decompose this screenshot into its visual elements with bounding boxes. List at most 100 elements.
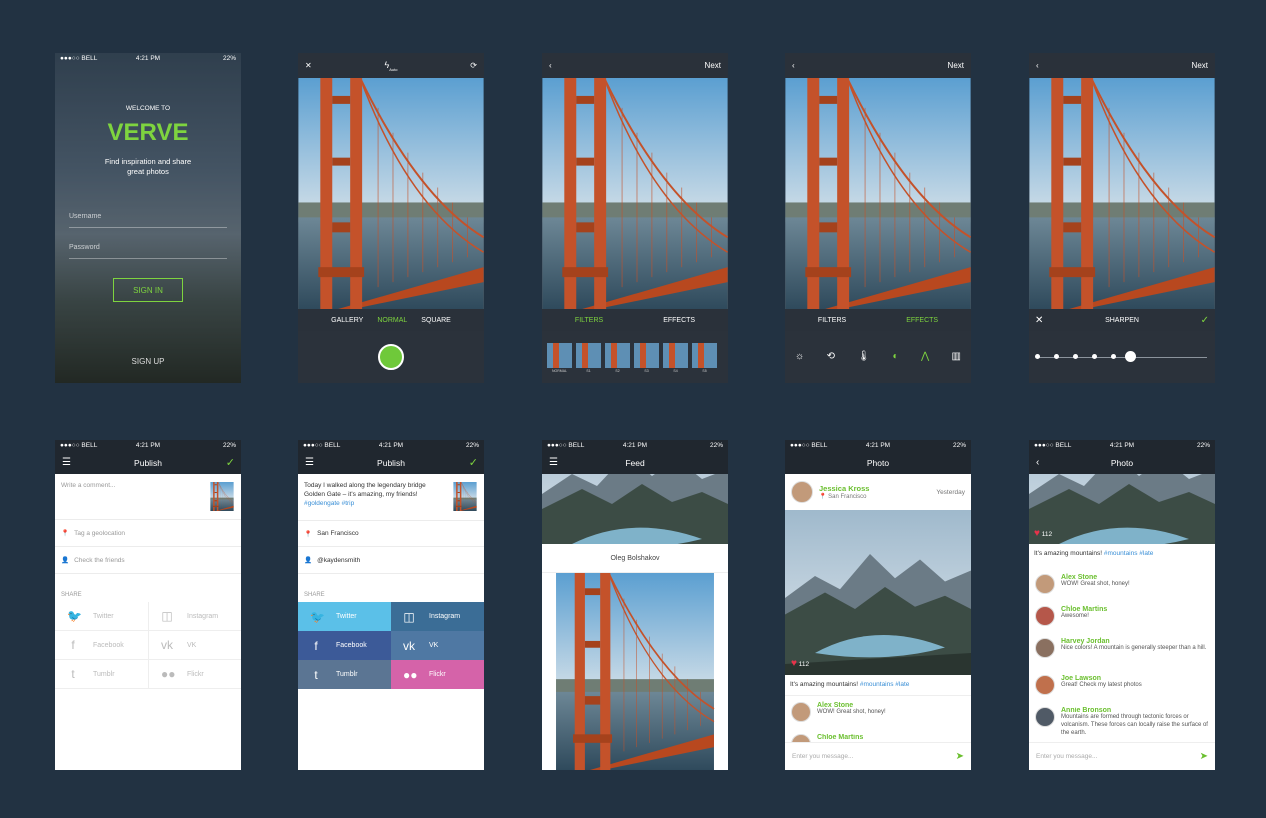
mode-gallery[interactable]: GALLERY — [331, 317, 363, 324]
tab-effects[interactable]: EFFECTS — [663, 317, 695, 324]
message-input[interactable]: Enter you message... ➤ — [785, 742, 971, 770]
flash-icon[interactable]: ϟAuto — [385, 60, 398, 72]
back-icon[interactable]: ‹ — [549, 61, 552, 70]
confirm-icon[interactable]: ✓ — [226, 456, 235, 469]
share-vk[interactable]: vk VK — [148, 631, 241, 660]
share-instagram[interactable]: ◫ Instagram — [391, 602, 484, 631]
pin-icon: 📍 — [304, 530, 313, 538]
edit-preview — [785, 78, 971, 309]
sharpen-slider[interactable] — [1037, 357, 1207, 358]
tab-filters[interactable]: FILTERS — [575, 317, 603, 324]
like-count[interactable]: ♥ 112 — [791, 658, 809, 669]
send-icon[interactable]: ➤ — [1200, 751, 1208, 762]
send-icon[interactable]: ➤ — [956, 751, 964, 762]
username-input[interactable]: Username — [69, 213, 227, 228]
sign-in-button[interactable]: SIGN IN — [113, 278, 183, 302]
tool-header: ✕ SHARPEN ✓ — [1029, 309, 1215, 331]
avatar[interactable] — [1035, 675, 1055, 695]
friends-field[interactable]: 👤 Check the friends — [55, 547, 241, 574]
share-instagram[interactable]: ◫ Instagram — [148, 602, 241, 631]
filter-thumb[interactable] — [605, 343, 630, 368]
post-image[interactable] — [785, 510, 971, 675]
back-icon[interactable]: ‹ — [792, 61, 795, 70]
avatar[interactable] — [791, 734, 811, 742]
camera-modes: GALLERY NORMAL SQUARE — [298, 309, 484, 331]
location-field[interactable]: 📍 San Francisco — [298, 520, 484, 547]
close-icon[interactable]: ✕ — [305, 61, 312, 70]
share-facebook[interactable]: f Facebook — [55, 631, 148, 660]
filter-thumb[interactable] — [663, 343, 688, 368]
contrast-icon[interactable]: ◐ — [892, 351, 898, 362]
menu-icon[interactable]: ☰ — [62, 457, 71, 468]
shutter-button[interactable] — [378, 344, 404, 370]
share-twitter[interactable]: 🐦 Twitter — [55, 602, 148, 631]
filter-thumbnails — [547, 343, 717, 368]
twitter-icon: 🐦 — [310, 609, 325, 624]
tab-effects[interactable]: EFFECTS — [906, 317, 938, 324]
share-flickr[interactable]: ●● Flickr — [391, 660, 484, 689]
share-tumblr[interactable]: t Tumblr — [298, 660, 391, 689]
avatar[interactable] — [791, 481, 813, 503]
next-button[interactable]: Next — [705, 61, 721, 70]
filter-thumb[interactable] — [547, 343, 572, 368]
avatar[interactable] — [1035, 574, 1055, 594]
mode-normal[interactable]: NORMAL — [377, 317, 407, 324]
filter-thumb[interactable] — [576, 343, 601, 368]
sharpen-icon[interactable]: ⋀ — [921, 351, 929, 362]
slider-knob[interactable] — [1125, 351, 1136, 362]
share-flickr[interactable]: ●● Flickr — [148, 660, 241, 689]
screen-filters: ‹ Next FILTERS EFFECTS NORMAL S1 S2 S3 S… — [542, 53, 728, 383]
password-input[interactable]: Password — [69, 244, 227, 259]
filter-thumb[interactable] — [692, 343, 717, 368]
switch-camera-icon[interactable]: ⟳ — [470, 61, 477, 70]
post-image[interactable] — [1029, 474, 1215, 544]
back-icon[interactable]: ‹ — [1036, 61, 1039, 70]
avatar[interactable] — [791, 702, 811, 722]
cancel-icon[interactable]: ✕ — [1035, 315, 1043, 326]
next-button[interactable]: Next — [1192, 61, 1208, 70]
tab-filters[interactable]: FILTERS — [818, 317, 846, 324]
status-bar: ●●●○○ BELL 4:21 PM 22% — [60, 55, 237, 62]
feed-post-image[interactable] — [542, 573, 728, 770]
post-time: Yesterday — [936, 488, 965, 496]
status-bar: ●●●○○ BELL 4:21 PM 22% — [60, 442, 237, 449]
geolocation-field[interactable]: 📍 Tag a geolocation — [55, 520, 241, 547]
avatar[interactable] — [1035, 606, 1055, 626]
friends-field[interactable]: 👤 @kaydensmith — [298, 547, 484, 574]
confirm-icon[interactable]: ✓ — [1201, 315, 1209, 326]
comment-item: Chloe Martins Awesome! — [1035, 606, 1209, 626]
brightness-icon[interactable]: ☼ — [795, 351, 804, 362]
confirm-icon[interactable]: ✓ — [469, 456, 478, 469]
filter-thumb[interactable] — [634, 343, 659, 368]
avatar[interactable] — [1035, 638, 1055, 658]
mode-square[interactable]: SQUARE — [421, 317, 451, 324]
next-button[interactable]: Next — [948, 61, 964, 70]
share-vk[interactable]: vk VK — [391, 631, 484, 660]
back-icon[interactable]: ‹ — [1036, 457, 1039, 468]
tagline-line2: great photos — [127, 167, 169, 176]
status-bar: ●●●○○ BELL 4:21 PM 22% — [790, 442, 967, 449]
share-facebook[interactable]: f Facebook — [298, 631, 391, 660]
message-input[interactable]: Enter you message... ➤ — [1029, 742, 1215, 770]
like-count[interactable]: ♥ 112 — [1034, 528, 1052, 539]
author-name[interactable]: Jessica Kross — [819, 484, 930, 493]
menu-icon[interactable]: ☰ — [549, 457, 558, 468]
vignette-icon[interactable]: ▥ — [952, 351, 961, 362]
twitter-icon: 🐦 — [67, 609, 82, 623]
page-title: Publish — [377, 457, 405, 468]
page-title: Photo — [866, 457, 890, 468]
screen-feed: ●●●○○ BELL 4:21 PM 22% ☰ Feed Oleg Bolshak… — [542, 440, 728, 770]
sign-up-link[interactable]: SIGN UP — [55, 357, 241, 366]
page-title: Publish — [134, 457, 162, 468]
temperature-icon[interactable]: 🌡 — [857, 351, 870, 362]
share-tumblr[interactable]: t Tumblr — [55, 660, 148, 689]
post-author[interactable]: Oleg Bolshakov — [542, 544, 728, 573]
photo-thumbnail — [451, 482, 479, 511]
rotate-icon[interactable]: ⟲ — [827, 351, 835, 362]
editor-toolbar: ‹ Next — [785, 53, 971, 78]
feed-post-image[interactable] — [542, 474, 728, 544]
menu-icon[interactable]: ☰ — [305, 457, 314, 468]
avatar[interactable] — [1035, 707, 1055, 727]
comment-field[interactable]: Today I walked along the legendary bridg… — [304, 482, 444, 508]
share-twitter[interactable]: 🐦 Twitter — [298, 602, 391, 631]
